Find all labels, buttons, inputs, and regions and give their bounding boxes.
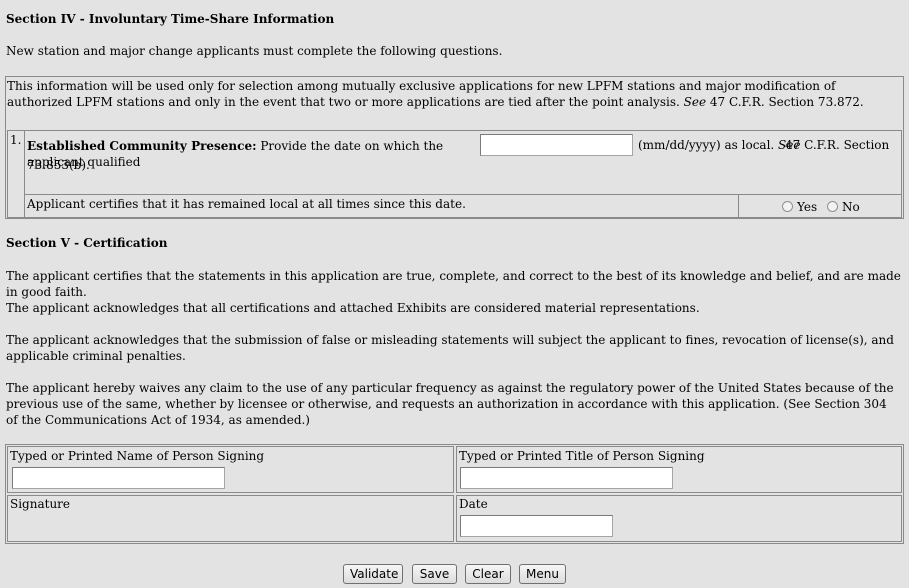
- certify-local-text: Applicant certifies that it has remained…: [27, 197, 466, 211]
- signature-cell: [7, 495, 454, 542]
- save-button[interactable]: Save: [412, 564, 457, 584]
- signer-name-label: Typed or Printed Name of Person Signing: [10, 449, 265, 463]
- clear-button[interactable]: Clear: [465, 564, 511, 584]
- time-share-info-text: This information will be used only for s…: [7, 79, 864, 109]
- question-1-number: 1.: [10, 133, 22, 147]
- date-label: Date: [459, 497, 488, 511]
- signer-title-label: Typed or Printed Title of Person Signing: [459, 449, 705, 463]
- yes-no-radio-group: Yes No: [782, 200, 860, 214]
- yes-radio[interactable]: [782, 201, 793, 212]
- signer-name-input[interactable]: [12, 467, 225, 489]
- citation-part-2: 73.853(b).: [27, 158, 90, 172]
- certification-paragraph-2: The applicant acknowledges that all cert…: [6, 301, 700, 315]
- signature-date-input[interactable]: [460, 515, 613, 537]
- citation-part-1: 47 C.F.R. Section: [785, 138, 890, 152]
- no-radio[interactable]: [826, 201, 838, 212]
- menu-button[interactable]: Menu: [519, 564, 566, 584]
- certification-paragraph-1: The applicant certifies that the stateme…: [6, 269, 901, 299]
- qualified-date-input[interactable]: [480, 134, 633, 156]
- section-iv-intro: New station and major change applicants …: [6, 44, 503, 58]
- established-community-label: Established Community Presence: Provide …: [27, 139, 444, 169]
- certification-paragraph-4: The applicant hereby waives any claim to…: [6, 381, 894, 427]
- no-label: No: [841, 200, 860, 214]
- signature-label: Signature: [10, 497, 71, 511]
- section-iv-heading: Section IV - Involuntary Time-Share Info…: [6, 12, 335, 26]
- section-v-heading: Section V - Certification: [6, 236, 168, 250]
- validate-button[interactable]: Validate: [343, 564, 403, 584]
- signer-title-input[interactable]: [460, 467, 673, 489]
- certification-paragraph-3: The applicant acknowledges that the subm…: [6, 333, 894, 363]
- yes-label: Yes: [797, 200, 818, 214]
